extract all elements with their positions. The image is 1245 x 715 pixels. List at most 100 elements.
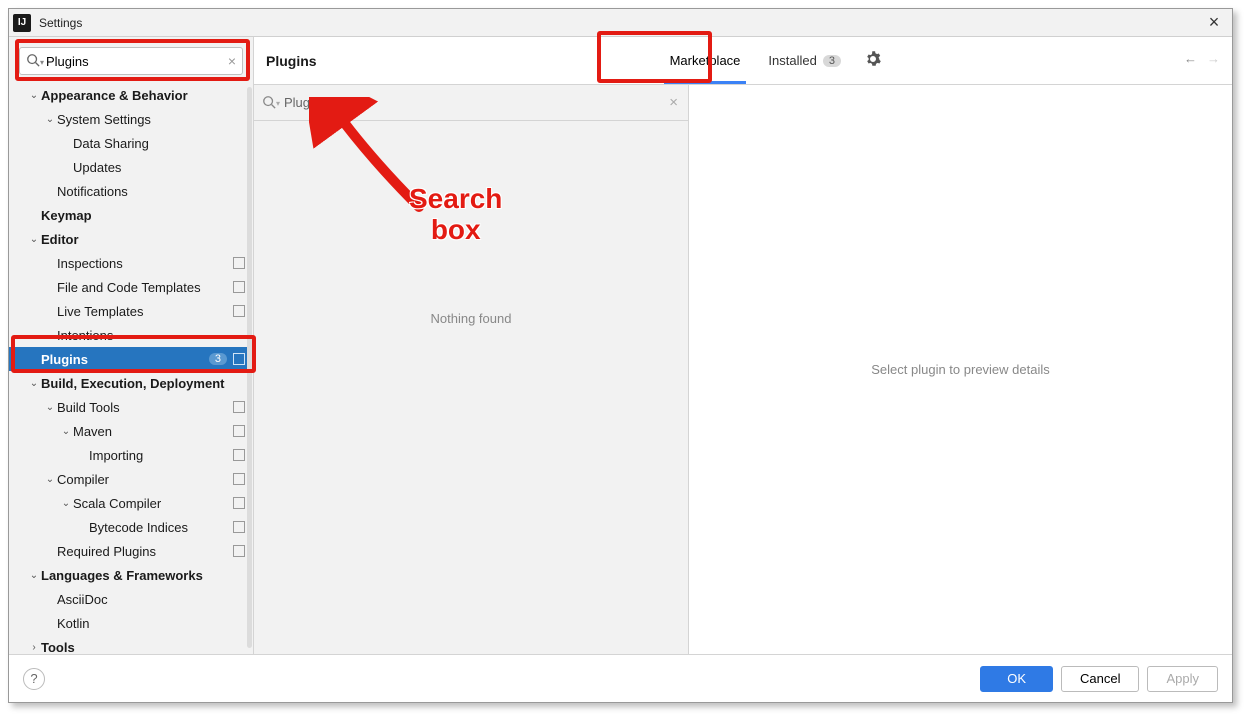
settings-window: Search box IJ Settings × ▾ × ⌄Appearance…: [8, 8, 1233, 703]
app-icon: IJ: [13, 14, 31, 32]
plugin-search-input[interactable]: [284, 95, 660, 110]
tree-item-label: Appearance & Behavior: [41, 88, 245, 103]
sidebar-search[interactable]: ▾ ×: [19, 47, 243, 75]
tree-item-importing[interactable]: Importing: [9, 443, 253, 467]
chevron-down-icon[interactable]: ⌄: [59, 426, 73, 437]
chevron-down-icon[interactable]: ⌄: [43, 474, 57, 485]
tree-item-live-templates[interactable]: Live Templates: [9, 299, 253, 323]
help-icon[interactable]: ?: [23, 668, 45, 690]
tree-item-bytecode-indices[interactable]: Bytecode Indices: [9, 515, 253, 539]
tree-item-label: Build, Execution, Deployment: [41, 376, 245, 391]
sidebar-search-input[interactable]: [46, 54, 218, 69]
tree-item-label: Editor: [41, 232, 245, 247]
clear-icon[interactable]: ×: [228, 53, 236, 69]
tree-item-intentions[interactable]: Intentions: [9, 323, 253, 347]
tree-item-scala-compiler[interactable]: ⌄Scala Compiler: [9, 491, 253, 515]
page-title: Plugins: [266, 53, 317, 69]
tree-item-editor[interactable]: ⌄Editor: [9, 227, 253, 251]
tab-label: Installed: [768, 53, 816, 68]
tree-item-appearance-behavior[interactable]: ⌄Appearance & Behavior: [9, 83, 253, 107]
tree-item-plugins[interactable]: Plugins3: [9, 347, 253, 371]
tree-item-data-sharing[interactable]: Data Sharing: [9, 131, 253, 155]
tab-marketplace[interactable]: Marketplace: [656, 38, 755, 84]
tree-item-inspections[interactable]: Inspections: [9, 251, 253, 275]
main-header: Plugins Marketplace Installed 3 ← →: [254, 37, 1232, 85]
chevron-down-icon[interactable]: ⌄: [43, 402, 57, 413]
project-level-icon: [233, 425, 245, 437]
tree-item-label: System Settings: [57, 112, 245, 127]
clear-icon[interactable]: ×: [669, 94, 678, 111]
tree-item-asciidoc[interactable]: AsciiDoc: [9, 587, 253, 611]
ok-button[interactable]: OK: [980, 666, 1053, 692]
search-icon: [262, 95, 276, 112]
project-level-icon: [233, 305, 245, 317]
chevron-down-icon[interactable]: ▾: [276, 99, 280, 108]
installed-count-badge: 3: [823, 55, 841, 67]
detail-placeholder: Select plugin to preview details: [871, 362, 1050, 377]
back-icon[interactable]: ←: [1184, 51, 1197, 66]
tree-item-label: File and Code Templates: [57, 280, 231, 295]
plugin-list-pane: ▾ × Nothing found: [254, 85, 689, 654]
forward-icon: →: [1207, 51, 1220, 66]
tree-item-system-settings[interactable]: ⌄System Settings: [9, 107, 253, 131]
chevron-right-icon[interactable]: ›: [27, 642, 41, 653]
chevron-down-icon[interactable]: ⌄: [43, 114, 57, 125]
nav-arrows: ← →: [1184, 51, 1220, 66]
tree-item-label: Kotlin: [57, 616, 245, 631]
chevron-down-icon[interactable]: ⌄: [27, 378, 41, 389]
tree-item-keymap[interactable]: Keymap: [9, 203, 253, 227]
empty-results: Nothing found: [254, 121, 688, 654]
tree-item-label: Languages & Frameworks: [41, 568, 245, 583]
tree-item-label: Plugins: [41, 352, 209, 367]
tab-installed[interactable]: Installed 3: [754, 38, 855, 84]
tree-item-compiler[interactable]: ⌄Compiler: [9, 467, 253, 491]
titlebar: IJ Settings ×: [9, 9, 1232, 37]
chevron-down-icon[interactable]: ⌄: [59, 498, 73, 509]
project-level-icon: [233, 401, 245, 413]
project-level-icon: [233, 497, 245, 509]
chevron-down-icon[interactable]: ⌄: [27, 90, 41, 101]
tree-item-file-and-code-templates[interactable]: File and Code Templates: [9, 275, 253, 299]
tree-item-notifications[interactable]: Notifications: [9, 179, 253, 203]
tree-item-languages-frameworks[interactable]: ⌄Languages & Frameworks: [9, 563, 253, 587]
tree-item-label: Maven: [73, 424, 231, 439]
project-level-icon: [233, 257, 245, 269]
dialog-footer: ? OK Cancel Apply: [9, 654, 1232, 702]
plugins-tabs: Marketplace Installed 3: [656, 38, 881, 84]
tree-item-label: Updates: [73, 160, 245, 175]
tree-item-build-tools[interactable]: ⌄Build Tools: [9, 395, 253, 419]
plugin-search[interactable]: ▾ ×: [254, 85, 688, 121]
project-level-icon: [233, 473, 245, 485]
tree-item-maven[interactable]: ⌄Maven: [9, 419, 253, 443]
close-icon[interactable]: ×: [1202, 12, 1226, 33]
chevron-down-icon[interactable]: ⌄: [27, 570, 41, 581]
tree-item-build-execution-deployment[interactable]: ⌄Build, Execution, Deployment: [9, 371, 253, 395]
tree-item-label: Tools: [41, 640, 245, 655]
project-level-icon: [233, 449, 245, 461]
apply-button: Apply: [1147, 666, 1218, 692]
tab-label: Marketplace: [670, 53, 741, 68]
scrollbar[interactable]: [247, 87, 252, 648]
sidebar: ▾ × ⌄Appearance & Behavior⌄System Settin…: [9, 37, 254, 654]
tree-item-label: Intentions: [57, 328, 245, 343]
count-badge: 3: [209, 353, 227, 365]
tree-item-label: Notifications: [57, 184, 245, 199]
project-level-icon: [233, 521, 245, 533]
tree-item-label: Live Templates: [57, 304, 231, 319]
chevron-down-icon[interactable]: ▾: [40, 58, 44, 67]
project-level-icon: [233, 545, 245, 557]
tree-item-kotlin[interactable]: Kotlin: [9, 611, 253, 635]
project-level-icon: [233, 281, 245, 293]
gear-icon[interactable]: [865, 51, 881, 70]
tree-item-label: Keymap: [41, 208, 245, 223]
tree-item-label: Scala Compiler: [73, 496, 231, 511]
tree-item-label: Inspections: [57, 256, 231, 271]
tree-item-tools[interactable]: ›Tools: [9, 635, 253, 654]
chevron-down-icon[interactable]: ⌄: [27, 234, 41, 245]
tree-item-required-plugins[interactable]: Required Plugins: [9, 539, 253, 563]
cancel-button[interactable]: Cancel: [1061, 666, 1139, 692]
tree-item-label: Build Tools: [57, 400, 231, 415]
tree-item-updates[interactable]: Updates: [9, 155, 253, 179]
settings-tree[interactable]: ⌄Appearance & Behavior⌄System SettingsDa…: [9, 83, 253, 654]
project-level-icon: [233, 353, 245, 365]
